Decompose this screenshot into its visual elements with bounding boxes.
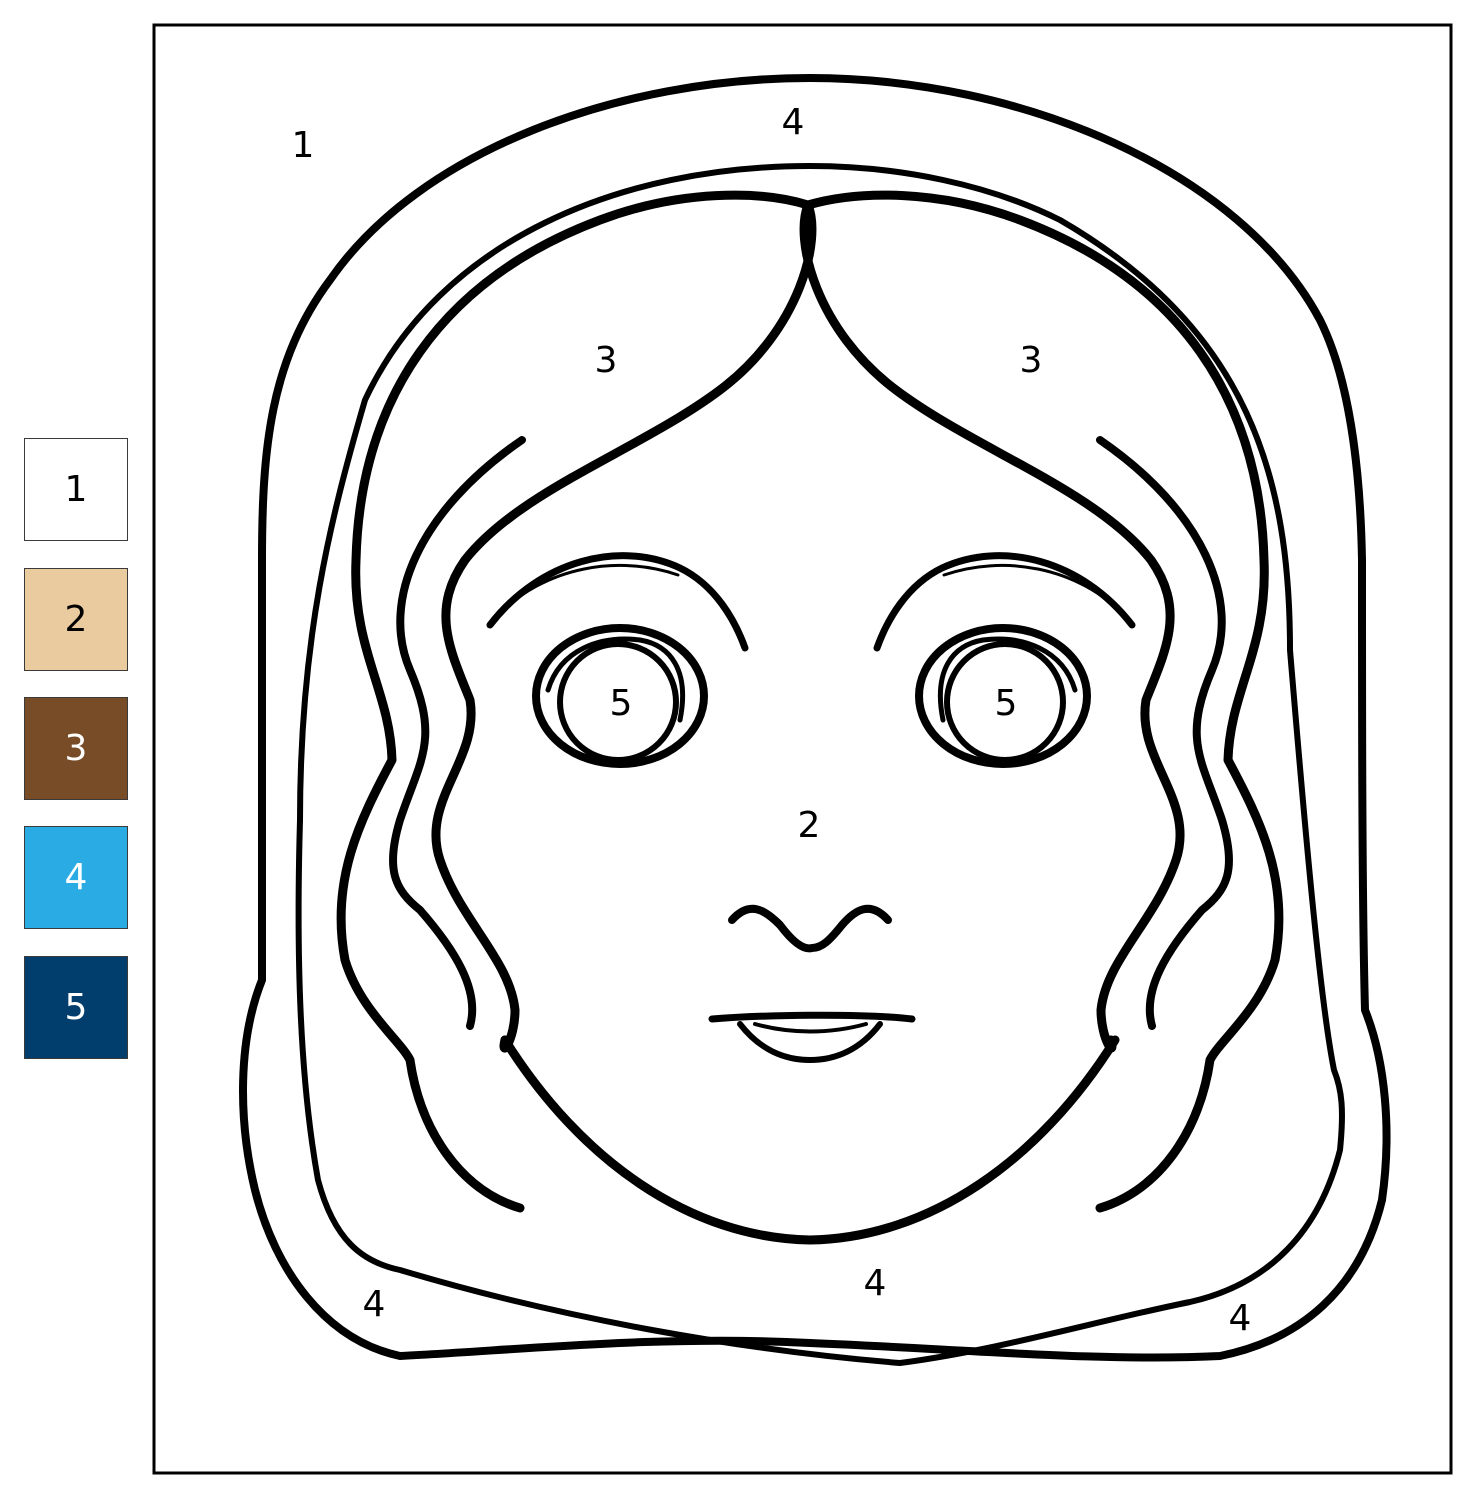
region-label-face: 2 — [798, 805, 821, 846]
region-label-scarf-bottom-left: 4 — [363, 1284, 386, 1325]
region-label-eye-left: 5 — [610, 683, 633, 724]
region-label-eye-right: 5 — [995, 683, 1018, 724]
region-label-scarf-bottom-center: 4 — [864, 1263, 887, 1304]
region-label-hair-right: 3 — [1020, 340, 1043, 381]
region-label-scarf-bottom-right: 4 — [1229, 1298, 1252, 1339]
region-label-scarf-top: 4 — [782, 102, 805, 143]
coloring-canvas[interactable]: 1 4 3 3 5 5 2 4 4 4 — [0, 0, 1476, 1499]
mouth-upper-lip — [708, 1011, 916, 1023]
region-label-hair-left: 3 — [595, 340, 618, 381]
region-label-background: 1 — [292, 125, 315, 166]
